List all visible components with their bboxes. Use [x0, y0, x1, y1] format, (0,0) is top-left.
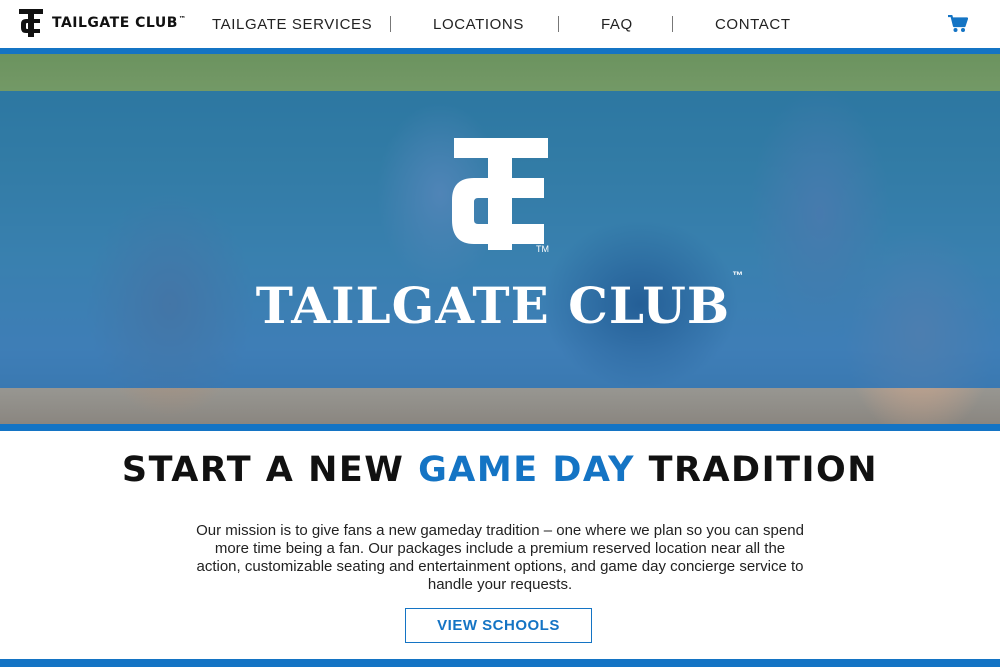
headline-accent: GAME DAY [418, 450, 635, 490]
nav-item-locations[interactable]: LOCATIONS [433, 16, 524, 33]
footer-accent-bar [0, 659, 1000, 667]
tc-monogram-hero-icon: TM [452, 138, 549, 254]
tc-monogram-icon [19, 9, 43, 37]
hero-title: TAILGATE CLUB ™ [255, 270, 745, 335]
brand-logo[interactable]: TAILGATE CLUB™ [18, 8, 186, 38]
hero-accent-bar [0, 424, 1000, 431]
hero-photo [0, 54, 1000, 91]
nav-item-contact[interactable]: CONTACT [715, 16, 791, 33]
nav-item-faq[interactable]: FAQ [601, 16, 633, 33]
page-headline: START A NEW GAME DAY TRADITION [121, 450, 879, 490]
svg-text:TM: TM [536, 244, 549, 254]
hero-banner: TM TAILGATE CLUB ™ [0, 54, 1000, 424]
brand-name: TAILGATE CLUB™ [52, 15, 187, 31]
nav-divider [672, 16, 673, 32]
nav-divider [390, 16, 391, 32]
mission-text: Our mission is to give fans a new gameda… [196, 522, 804, 593]
nav-item-tailgate-services[interactable]: TAILGATE SERVICES [212, 16, 372, 33]
shopping-cart-icon[interactable] [948, 15, 968, 33]
nav-divider [558, 16, 559, 32]
view-schools-button[interactable]: VIEW SCHOOLS [405, 608, 592, 643]
site-header: TAILGATE CLUB™ TAILGATE SERVICES LOCATIO… [0, 0, 1000, 48]
